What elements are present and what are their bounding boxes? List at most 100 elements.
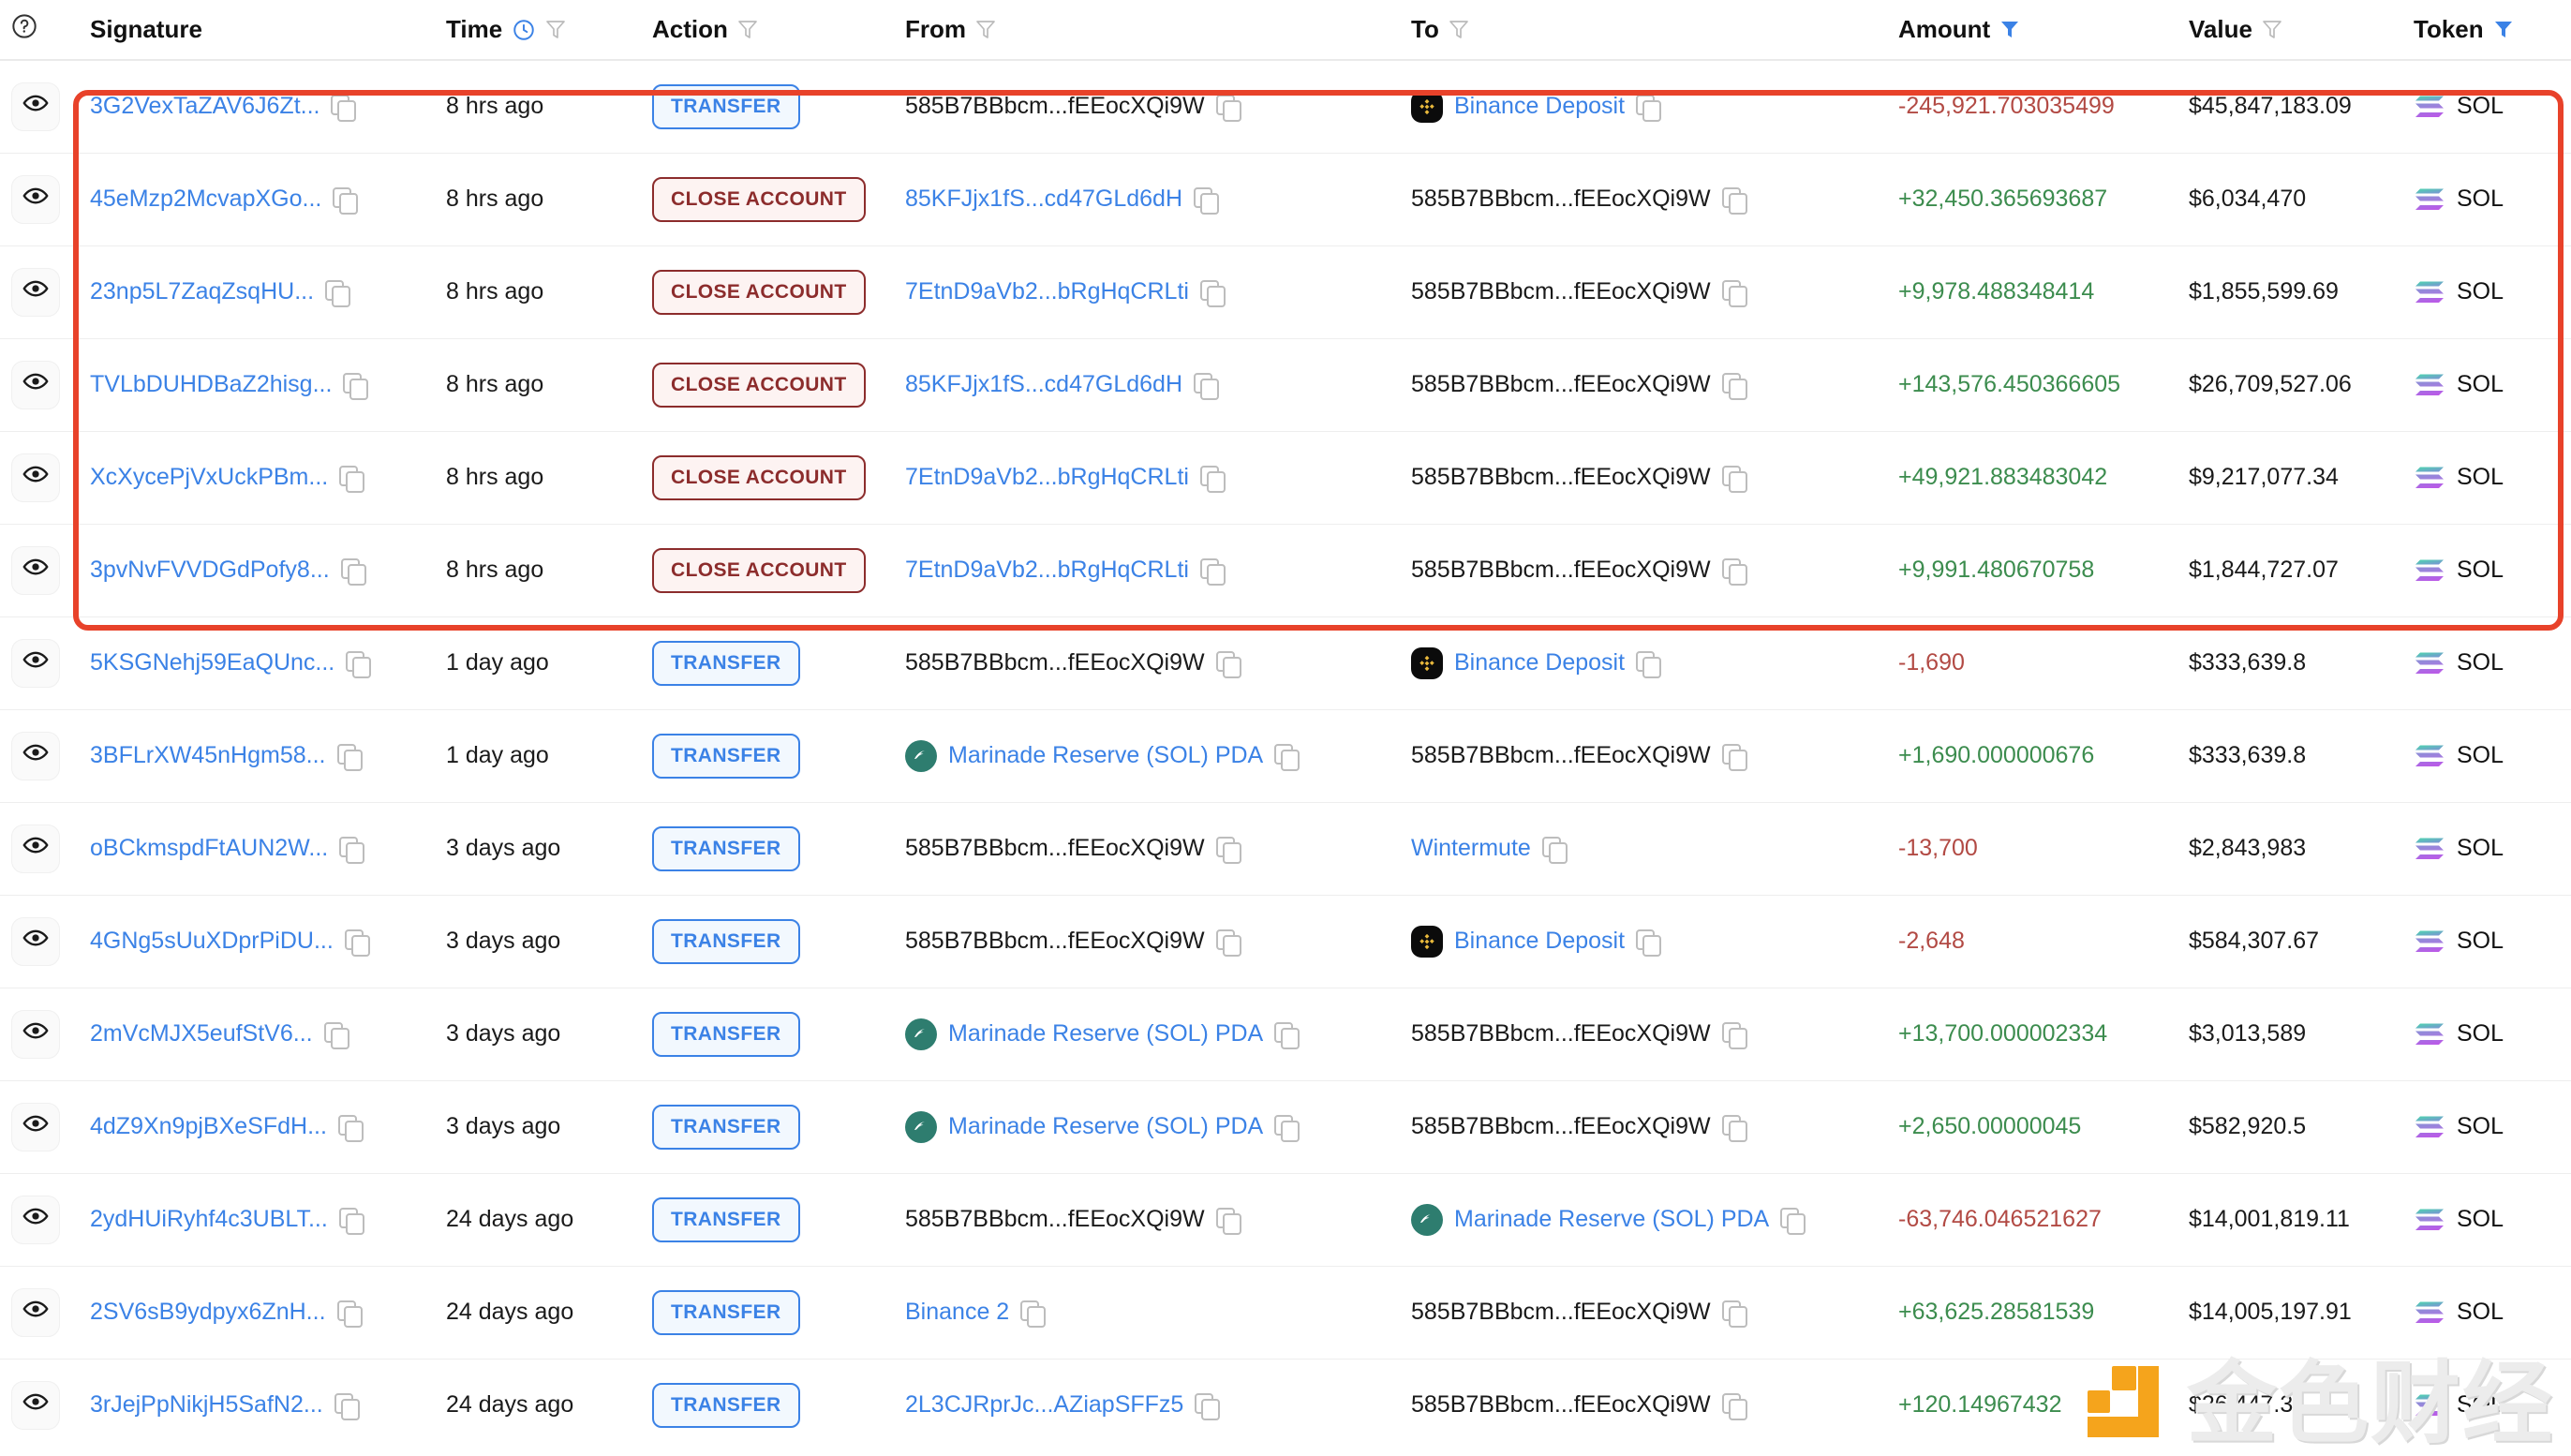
copy-signature-icon[interactable] [333,186,359,215]
copy-from-icon[interactable] [1194,186,1219,215]
help-icon[interactable] [11,13,37,46]
from-address-link[interactable]: 2L3CJRprJc...AZiapSFFz5 [905,1391,1183,1419]
table-row[interactable]: 45eMzp2McvapXGo... 8 hrs ago CLOSE ACCOUNT… [0,152,2571,245]
to-address-link[interactable]: Wintermute [1411,835,1531,862]
copy-from-icon[interactable] [1215,1207,1241,1235]
table-row[interactable]: 2mVcMJX5eufStV6... 3 days ago TRANSFER Mari… [0,987,2571,1080]
copy-from-icon[interactable] [1274,743,1300,771]
copy-to-icon[interactable] [1721,743,1747,771]
action-badge[interactable]: CLOSE ACCOUNT [652,547,866,593]
action-badge[interactable]: TRANSFER [652,1104,800,1150]
filter-icon-value[interactable] [2262,19,2282,41]
copy-from-icon[interactable] [1274,1114,1300,1142]
action-badge[interactable]: TRANSFER [652,733,800,779]
filter-icon-time[interactable] [545,19,566,41]
copy-to-icon[interactable] [1721,465,1747,493]
copy-from-icon[interactable] [1274,1021,1300,1049]
copy-to-icon[interactable] [1721,372,1747,400]
action-badge[interactable]: TRANSFER [652,1196,800,1242]
copy-from-icon[interactable] [1215,650,1241,678]
signature-link[interactable]: 45eMzp2McvapXGo... [90,186,321,213]
table-row[interactable]: XcXycePjVxUckPBm... 8 hrs ago CLOSE ACCOUN… [0,430,2571,524]
from-address-link[interactable]: 7EtnD9aVb2...bRgHqCRLti [905,557,1189,584]
table-row[interactable]: 3BFLrXW45nHgm58... 1 day ago TRANSFER Marin… [0,708,2571,802]
from-address-link[interactable]: 85KFJjx1fS...cd47GLd6dH [905,186,1182,213]
table-row[interactable]: oBCkmspdFtAUN2W... 3 days ago TRANSFER 585B… [0,801,2571,895]
table-row[interactable]: 5KSGNehj59EaQUnc... 1 day ago TRANSFER 585B… [0,616,2571,709]
signature-link[interactable]: 2ydHUiRyhf4c3UBLT... [90,1206,328,1233]
copy-to-icon[interactable] [1721,1114,1747,1142]
from-address-link[interactable]: 7EtnD9aVb2...bRgHqCRLti [905,464,1189,491]
copy-from-icon[interactable] [1195,1392,1221,1420]
to-address-link[interactable]: Binance Deposit [1454,928,1625,955]
copy-signature-icon[interactable] [325,279,351,307]
to-address-link[interactable]: Marinade Reserve (SOL) PDA [1454,1206,1769,1233]
copy-signature-icon[interactable] [339,836,365,864]
copy-to-icon[interactable] [1721,279,1747,307]
copy-to-icon[interactable] [1721,1300,1747,1328]
action-badge[interactable]: TRANSFER [652,83,800,129]
filter-icon-token[interactable] [2493,19,2514,41]
from-address-link[interactable]: Marinade Reserve (SOL) PDA [948,742,1263,769]
copy-from-icon[interactable] [1199,557,1226,586]
copy-from-icon[interactable] [1020,1300,1047,1328]
copy-to-icon[interactable] [1780,1207,1806,1235]
signature-link[interactable]: 3rJejPpNikjH5SafN2... [90,1391,323,1419]
action-badge[interactable]: CLOSE ACCOUNT [652,454,866,500]
action-badge[interactable]: CLOSE ACCOUNT [652,362,866,408]
row-visibility-toggle[interactable] [11,1195,60,1244]
signature-link[interactable]: 23np5L7ZaqZsqHU... [90,278,314,305]
action-badge[interactable]: TRANSFER [652,1289,800,1335]
copy-from-icon[interactable] [1199,465,1226,493]
signature-link[interactable]: 3BFLrXW45nHgm58... [90,742,326,769]
copy-signature-icon[interactable] [336,743,363,771]
table-row[interactable]: 2SV6sB9ydpyx6ZnH... 24 days ago TRANSFER Bi… [0,1265,2571,1359]
copy-signature-icon[interactable] [338,1207,364,1235]
signature-link[interactable]: oBCkmspdFtAUN2W... [90,835,328,862]
signature-link[interactable]: 3pvNvFVVDGdPofy8... [90,557,330,584]
action-badge[interactable]: TRANSFER [652,1382,800,1428]
signature-link[interactable]: 2mVcMJX5eufStV6... [90,1020,313,1047]
row-visibility-toggle[interactable] [11,824,60,873]
row-visibility-toggle[interactable] [11,267,60,317]
from-address-link[interactable]: Marinade Reserve (SOL) PDA [948,1113,1263,1140]
copy-to-icon[interactable] [1721,186,1747,215]
table-row[interactable]: 23np5L7ZaqZsqHU... 8 hrs ago CLOSE ACCOUNT… [0,245,2571,338]
copy-signature-icon[interactable] [331,94,357,122]
table-row[interactable]: 4GNg5sUuXDprPiDU... 3 days ago TRANSFER 585… [0,894,2571,988]
copy-signature-icon[interactable] [323,1021,349,1049]
copy-signature-icon[interactable] [336,1300,363,1328]
row-visibility-toggle[interactable] [11,545,60,595]
filter-icon-amount[interactable] [1999,19,2020,41]
copy-to-icon[interactable] [1636,94,1662,122]
copy-to-icon[interactable] [1721,1021,1747,1049]
action-badge[interactable]: TRANSFER [652,825,800,871]
copy-signature-icon[interactable] [334,1392,360,1420]
copy-signature-icon[interactable] [344,929,370,957]
row-visibility-toggle[interactable] [11,731,60,780]
copy-signature-icon[interactable] [346,650,372,678]
action-badge[interactable]: TRANSFER [652,1011,800,1057]
row-visibility-toggle[interactable] [11,1380,60,1430]
action-badge[interactable]: CLOSE ACCOUNT [652,176,866,222]
row-visibility-toggle[interactable] [11,1009,60,1059]
action-badge[interactable]: CLOSE ACCOUNT [652,269,866,315]
table-row[interactable]: 4dZ9Xn9pjBXeSFdH... 3 days ago TRANSFER Mar… [0,1079,2571,1173]
row-visibility-toggle[interactable] [11,360,60,409]
action-badge[interactable]: TRANSFER [652,640,800,686]
signature-link[interactable]: 5KSGNehj59EaQUnc... [90,649,334,676]
action-badge[interactable]: TRANSFER [652,918,800,964]
copy-signature-icon[interactable] [343,372,369,400]
signature-link[interactable]: 2SV6sB9ydpyx6ZnH... [90,1299,326,1326]
copy-from-icon[interactable] [1215,94,1241,122]
signature-link[interactable]: TVLbDUHDBaZ2hisg... [90,371,332,398]
from-address-link[interactable]: Marinade Reserve (SOL) PDA [948,1020,1263,1047]
table-row[interactable]: TVLbDUHDBaZ2hisg... 8 hrs ago CLOSE ACCOUN… [0,337,2571,431]
copy-from-icon[interactable] [1215,836,1241,864]
clock-icon[interactable] [512,18,536,42]
from-address-link[interactable]: Binance 2 [905,1299,1009,1326]
row-visibility-toggle[interactable] [11,638,60,688]
filter-icon-from[interactable] [975,19,996,41]
from-address-link[interactable]: 85KFJjx1fS...cd47GLd6dH [905,371,1182,398]
to-address-link[interactable]: Binance Deposit [1454,649,1625,676]
